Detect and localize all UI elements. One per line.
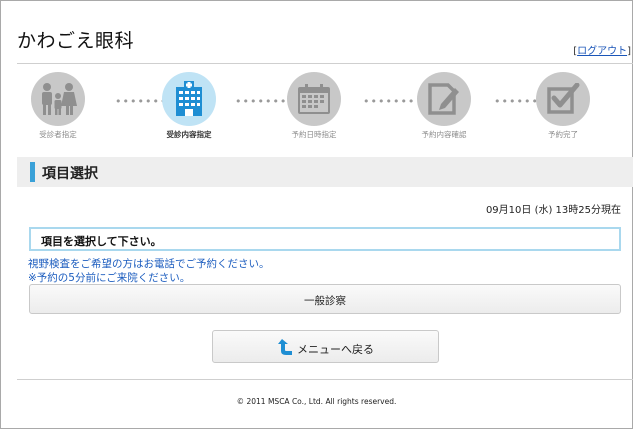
calendar-icon — [287, 72, 341, 126]
progress-steps: 受診者指定 ••••••• 受診内容指定 ••••••• 予約日時指定 ••••… — [17, 72, 617, 144]
step-label: 受診内容指定 — [166, 130, 212, 139]
step-label: 予約完了 — [548, 130, 578, 139]
back-to-menu-button[interactable]: メニューへ戻る — [212, 330, 439, 363]
header-divider — [17, 63, 633, 64]
notice-visual-field: 視野検査をご希望の方はお電話でご予約ください。 — [28, 258, 270, 270]
header: かわごえ眼科 [ログアウト] — [0, 0, 633, 66]
hospital-icon — [162, 72, 216, 126]
general-exam-label: 一般診察 — [304, 295, 346, 307]
logout-link[interactable]: ログアウト — [577, 46, 627, 57]
step-confirm: 予約内容確認 — [401, 72, 487, 140]
section-header: 項目選択 — [17, 157, 633, 187]
logout-bracket-close: ] — [627, 46, 631, 57]
instruction-box: 項目を選択して下さい。 — [29, 227, 621, 251]
back-arrow-icon — [277, 338, 293, 360]
section-title: 項目選択 — [42, 166, 98, 182]
step-patient: 受診者指定 — [15, 72, 101, 140]
step-datetime: 予約日時指定 — [271, 72, 357, 140]
step-label: 予約内容確認 — [421, 130, 467, 139]
step-exam-content: 受診内容指定 — [146, 72, 232, 140]
step-complete: 予約完了 — [520, 72, 606, 140]
step-label: 受診者指定 — [39, 130, 77, 139]
back-to-menu-label: メニューへ戻る — [297, 343, 374, 356]
notice-arrival: ※予約の5分前にご来院ください。 — [28, 272, 191, 284]
checkbox-icon — [536, 72, 590, 126]
general-exam-button[interactable]: 一般診察 — [29, 284, 621, 314]
copyright: © 2011 MSCA Co., Ltd. All rights reserve… — [236, 397, 397, 406]
back-to-menu-inner: メニューへ戻る — [277, 338, 374, 360]
family-icon — [31, 72, 85, 126]
section-accent-bar — [30, 162, 35, 182]
edit-document-icon — [417, 72, 471, 126]
instruction-text: 項目を選択して下さい。 — [41, 235, 162, 248]
clinic-name: かわごえ眼科 — [17, 30, 135, 52]
step-label: 予約日時指定 — [291, 130, 337, 139]
footer-divider — [17, 379, 633, 380]
logout-link-wrapper: [ログアウト] — [573, 42, 631, 57]
current-datetime: 09月10日 (水) 13時25分現在 — [485, 205, 621, 216]
